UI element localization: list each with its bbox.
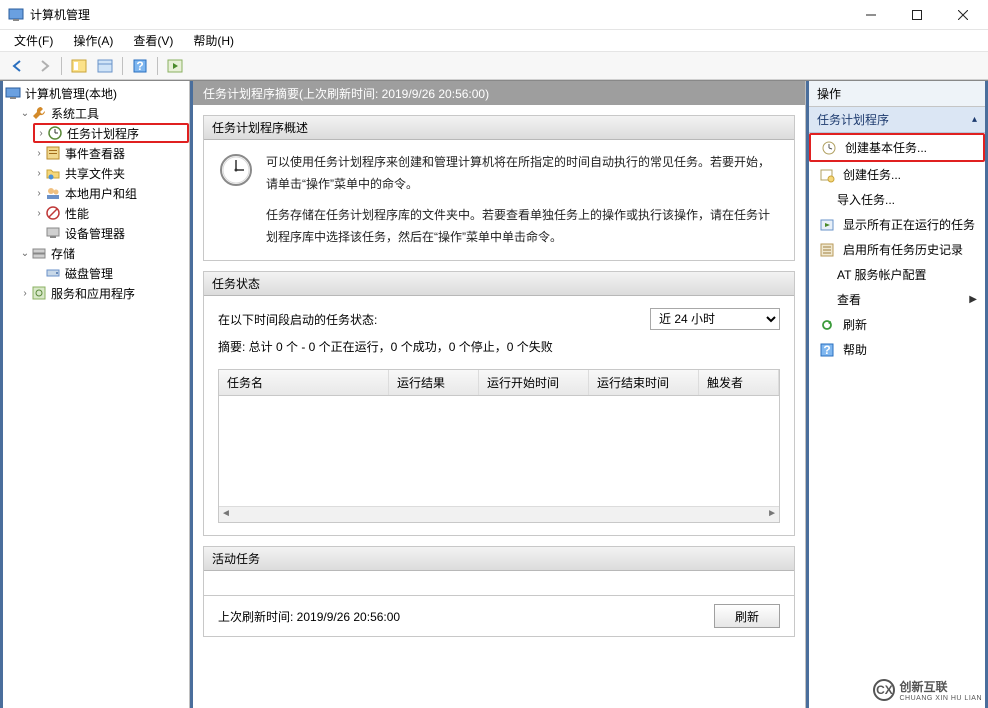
action-show-running[interactable]: 显示所有正在运行的任务 xyxy=(809,212,985,237)
action-create-task[interactable]: 创建任务... xyxy=(809,162,985,187)
overview-title: 任务计划程序概述 xyxy=(204,116,794,140)
computer-icon xyxy=(5,85,21,101)
disk-icon xyxy=(45,265,61,281)
wrench-icon xyxy=(31,105,47,121)
expand-icon[interactable]: › xyxy=(33,188,45,199)
refresh-icon xyxy=(819,317,835,333)
tree-services-apps[interactable]: › 服务和应用程序 xyxy=(19,283,189,303)
collapse-icon[interactable]: ⌄ xyxy=(19,108,31,119)
storage-icon xyxy=(31,245,47,261)
show-hide-tree-button[interactable] xyxy=(67,55,91,77)
action-refresh[interactable]: 刷新 xyxy=(809,312,985,337)
col-end[interactable]: 运行结束时间 xyxy=(589,370,699,395)
tree-performance[interactable]: › 性能 xyxy=(33,203,189,223)
expand-icon[interactable]: › xyxy=(33,208,45,219)
action-view[interactable]: 查看 ▶ xyxy=(809,287,985,312)
status-group: 任务状态 在以下时间段启动的任务状态: 近 24 小时 摘要: 总计 0 个 -… xyxy=(203,271,795,536)
tree-device-manager[interactable]: › 设备管理器 xyxy=(33,223,189,243)
period-select[interactable]: 近 24 小时 xyxy=(650,308,780,330)
tree-task-scheduler[interactable]: › 任务计划程序 xyxy=(33,123,189,143)
col-name[interactable]: 任务名 xyxy=(219,370,389,395)
task-table-body xyxy=(219,396,779,506)
users-icon xyxy=(45,185,61,201)
overview-group: 任务计划程序概述 可以使用任务计划程序来创建和管理计算机将在所指定的时间自动执行… xyxy=(203,115,795,261)
chevron-right-icon: ▶ xyxy=(969,294,977,305)
collapse-icon: ▴ xyxy=(972,114,977,125)
tree-system-tools[interactable]: ⌄ 系统工具 xyxy=(19,103,189,123)
window-title: 计算机管理 xyxy=(30,6,848,23)
collapse-icon[interactable]: ⌄ xyxy=(19,248,31,259)
menu-help[interactable]: 帮助(H) xyxy=(183,30,244,51)
menu-bar: 文件(F) 操作(A) 查看(V) 帮助(H) xyxy=(0,30,988,52)
status-label: 在以下时间段启动的任务状态: xyxy=(218,311,377,328)
col-trigger[interactable]: 触发者 xyxy=(699,370,779,395)
refresh-button[interactable]: 刷新 xyxy=(714,604,780,628)
active-tasks-title: 活动任务 xyxy=(204,547,794,571)
device-icon xyxy=(45,225,61,241)
status-summary: 摘要: 总计 0 个 - 0 个正在运行，0 个成功，0 个停止，0 个失败 xyxy=(218,338,780,355)
running-icon xyxy=(819,217,835,233)
active-tasks-group: 活动任务 xyxy=(203,546,795,596)
app-icon xyxy=(8,7,24,23)
tree-disk-mgmt[interactable]: › 磁盘管理 xyxy=(33,263,189,283)
task-table: 任务名 运行结果 运行开始时间 运行结束时间 触发者 xyxy=(218,369,780,523)
forward-button[interactable] xyxy=(32,55,56,77)
menu-view[interactable]: 查看(V) xyxy=(123,30,183,51)
action-import-task[interactable]: 导入任务... xyxy=(809,187,985,212)
folder-share-icon xyxy=(45,165,61,181)
action-help[interactable]: ? 帮助 xyxy=(809,337,985,362)
tree-storage[interactable]: ⌄ 存储 xyxy=(19,243,189,263)
overview-text-1: 可以使用任务计划程序来创建和管理计算机将在所指定的时间自动执行的常见任务。若要开… xyxy=(266,152,780,195)
help-icon: ? xyxy=(819,342,835,358)
properties-button[interactable] xyxy=(93,55,117,77)
last-refresh-label: 上次刷新时间: 2019/9/26 20:56:00 xyxy=(218,608,400,625)
expand-icon[interactable]: › xyxy=(33,168,45,179)
horizontal-scrollbar[interactable] xyxy=(219,506,779,522)
watermark-logo: CX xyxy=(873,679,895,701)
help-button[interactable]: ? xyxy=(128,55,152,77)
clock-new-icon xyxy=(821,140,837,156)
tree-root[interactable]: 计算机管理(本地) xyxy=(5,83,189,103)
expand-icon[interactable]: › xyxy=(33,148,45,159)
services-icon xyxy=(31,285,47,301)
tree-event-viewer[interactable]: › 事件查看器 xyxy=(33,143,189,163)
actions-section[interactable]: 任务计划程序 ▴ xyxy=(809,107,985,133)
overview-text-2: 任务存储在任务计划程序库的文件夹中。若要查看单独任务上的操作或执行该操作，请在任… xyxy=(266,205,780,248)
title-bar: 计算机管理 xyxy=(0,0,988,30)
center-pane: 任务计划程序摘要(上次刷新时间: 2019/9/26 20:56:00) 任务计… xyxy=(190,81,806,708)
col-result[interactable]: 运行结果 xyxy=(389,370,479,395)
actions-pane: 操作 任务计划程序 ▴ 创建基本任务... 创建任务... 导入任务... 显示… xyxy=(806,81,988,708)
clock-icon xyxy=(218,152,254,188)
col-start[interactable]: 运行开始时间 xyxy=(479,370,589,395)
expand-icon[interactable]: › xyxy=(19,288,31,299)
action-enable-history[interactable]: 启用所有任务历史记录 xyxy=(809,237,985,262)
minimize-button[interactable] xyxy=(848,0,894,30)
task-new-icon xyxy=(819,167,835,183)
back-button[interactable] xyxy=(6,55,30,77)
run-button[interactable] xyxy=(163,55,187,77)
action-create-basic-task[interactable]: 创建基本任务... xyxy=(809,133,985,162)
navigation-tree[interactable]: 计算机管理(本地) ⌄ 系统工具 › xyxy=(0,81,190,708)
actions-header: 操作 xyxy=(809,81,985,107)
status-title: 任务状态 xyxy=(204,272,794,296)
tree-shared-folders[interactable]: › 共享文件夹 xyxy=(33,163,189,183)
menu-action[interactable]: 操作(A) xyxy=(63,30,123,51)
maximize-button[interactable] xyxy=(894,0,940,30)
center-header: 任务计划程序摘要(上次刷新时间: 2019/9/26 20:56:00) xyxy=(193,81,805,105)
refresh-footer: 上次刷新时间: 2019/9/26 20:56:00 刷新 xyxy=(203,596,795,637)
performance-icon xyxy=(45,205,61,221)
expand-icon[interactable]: › xyxy=(35,128,47,139)
history-icon xyxy=(819,242,835,258)
svg-text:?: ? xyxy=(823,343,830,357)
tree-local-users[interactable]: › 本地用户和组 xyxy=(33,183,189,203)
toolbar: ? xyxy=(0,52,988,80)
action-at-service[interactable]: AT 服务帐户配置 xyxy=(809,262,985,287)
event-icon xyxy=(45,145,61,161)
close-button[interactable] xyxy=(940,0,986,30)
svg-text:?: ? xyxy=(136,59,143,73)
menu-file[interactable]: 文件(F) xyxy=(4,30,63,51)
watermark: CX 创新互联 CHUANG XIN HU LIAN xyxy=(873,678,982,702)
clock-icon xyxy=(47,125,63,141)
